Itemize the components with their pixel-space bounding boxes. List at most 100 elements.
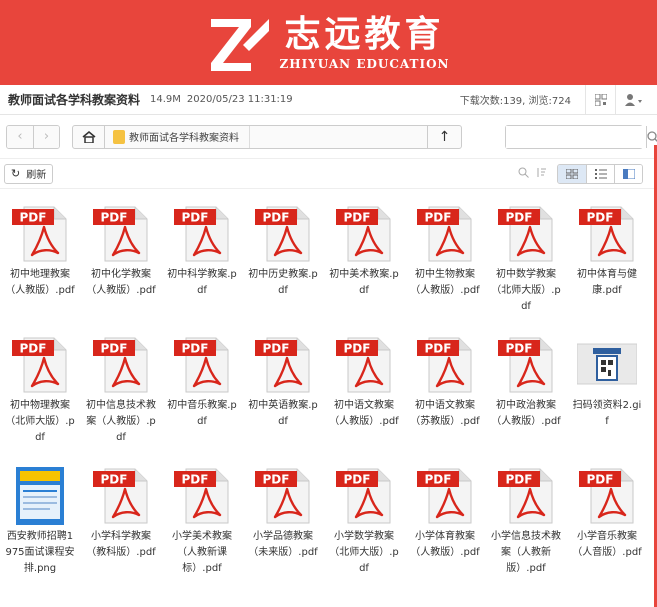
file-item[interactable]: PDF 初中生物教案（人教版）.pdf bbox=[409, 205, 481, 299]
pdf-file-icon: PDF bbox=[91, 205, 151, 263]
file-item[interactable]: PDF 初中信息技术教案（人教版）.pdf bbox=[85, 336, 157, 446]
file-name: 初中音乐教案.pdf bbox=[167, 400, 237, 427]
svg-text:PDF: PDF bbox=[425, 211, 452, 225]
breadcrumb-label: 教师面试各学科教案资料 bbox=[129, 133, 239, 144]
svg-text:PDF: PDF bbox=[182, 211, 209, 225]
file-item[interactable]: 扫码领资料2.gif bbox=[571, 336, 643, 430]
view-details-button[interactable] bbox=[614, 165, 642, 183]
pdf-file-icon: PDF bbox=[496, 205, 556, 263]
file-name: 初中语文教案（人教版）.pdf bbox=[329, 400, 399, 427]
pdf-file-icon: PDF bbox=[172, 205, 232, 263]
file-item[interactable]: PDF 初中美术教案.pdf bbox=[328, 205, 400, 299]
file-header: 教师面试各学科教案资料 14.9M 2020/05/23 11:31:19 下载… bbox=[0, 85, 657, 115]
pdf-file-icon: PDF bbox=[415, 467, 475, 525]
file-name: 初中语文教案（苏教版）.pdf bbox=[410, 400, 480, 427]
logo-mark-icon bbox=[207, 15, 270, 71]
file-item[interactable]: 西安教师招聘1975面试课程安排.png bbox=[4, 467, 76, 577]
file-name: 初中数学教案（北师大版）.pdf bbox=[491, 269, 561, 312]
svg-text:PDF: PDF bbox=[182, 342, 209, 356]
pdf-file-icon: PDF bbox=[253, 205, 313, 263]
file-item[interactable]: PDF 初中语文教案（人教版）.pdf bbox=[328, 336, 400, 430]
file-name: 初中物理教案（北师大版）.pdf bbox=[5, 400, 75, 443]
svg-text:PDF: PDF bbox=[263, 342, 290, 356]
file-name: 初中政治教案（人教版）.pdf bbox=[491, 400, 561, 427]
breadcrumb-item-folder[interactable]: 教师面试各学科教案资料 bbox=[105, 125, 250, 148]
file-name: 初中地理教案（人教版）.pdf bbox=[5, 269, 75, 296]
file-size: 14.9M bbox=[150, 94, 181, 105]
file-name: 初中生物教案（人教版）.pdf bbox=[410, 269, 480, 296]
file-item[interactable]: PDF 小学信息技术教案（人教新版）.pdf bbox=[490, 467, 562, 577]
image-thumbnail-icon bbox=[10, 467, 70, 525]
file-item[interactable]: PDF 小学音乐教案（人音版）.pdf bbox=[571, 467, 643, 561]
file-name: 小学体育教案（人教版）.pdf bbox=[410, 531, 480, 558]
pdf-file-icon: PDF bbox=[172, 336, 232, 394]
pdf-file-icon: PDF bbox=[172, 467, 232, 525]
file-item[interactable]: PDF 初中化学教案（人教版）.pdf bbox=[85, 205, 157, 299]
pdf-file-icon: PDF bbox=[415, 205, 475, 263]
download-stats: 下载次数:139, 浏览:724 bbox=[459, 96, 571, 107]
file-item[interactable]: PDF 初中数学教案（北师大版）.pdf bbox=[490, 205, 562, 315]
qrcode-button[interactable] bbox=[585, 85, 615, 115]
up-directory-button[interactable]: ↑ bbox=[427, 125, 461, 148]
file-name: 小学信息技术教案（人教新版）.pdf bbox=[491, 531, 561, 574]
pdf-file-icon: PDF bbox=[334, 467, 394, 525]
file-name: 扫码领资料2.gif bbox=[572, 400, 642, 427]
svg-text:PDF: PDF bbox=[101, 473, 128, 487]
file-item[interactable]: PDF 初中体育与健康.pdf bbox=[571, 205, 643, 299]
svg-text:PDF: PDF bbox=[20, 342, 47, 356]
pdf-file-icon: PDF bbox=[253, 336, 313, 394]
brand-name-cn: 志远教育 bbox=[284, 13, 445, 55]
svg-text:PDF: PDF bbox=[101, 342, 128, 356]
pdf-file-icon: PDF bbox=[334, 205, 394, 263]
zoom-icon[interactable] bbox=[518, 167, 529, 181]
brand-banner: 志远教育 ZHIYUAN EDUCATION bbox=[0, 0, 657, 85]
file-item[interactable]: PDF 初中物理教案（北师大版）.pdf bbox=[4, 336, 76, 446]
file-name: 初中历史教案.pdf bbox=[248, 269, 318, 296]
refresh-button[interactable]: ↻ 刷新 bbox=[4, 163, 54, 184]
file-item[interactable]: PDF 初中政治教案（人教版）.pdf bbox=[490, 336, 562, 430]
svg-text:PDF: PDF bbox=[263, 211, 290, 225]
search-input[interactable] bbox=[506, 125, 646, 148]
page-title: 教师面试各学科教案资料 bbox=[8, 93, 141, 107]
file-item[interactable]: PDF 初中语文教案（苏教版）.pdf bbox=[409, 336, 481, 430]
file-name: 初中科学教案.pdf bbox=[167, 269, 237, 296]
back-button[interactable]: ‹ bbox=[7, 125, 33, 148]
pdf-file-icon: PDF bbox=[415, 336, 475, 394]
file-item[interactable]: PDF 小学美术教案（人教新课标）.pdf bbox=[166, 467, 238, 577]
file-item[interactable]: PDF 小学体育教案（人教版）.pdf bbox=[409, 467, 481, 561]
list-view-icon bbox=[594, 169, 607, 179]
arrow-up-icon: ↑ bbox=[438, 128, 451, 145]
pdf-file-icon: PDF bbox=[496, 467, 556, 525]
file-name: 小学品德教案（未来版）.pdf bbox=[248, 531, 318, 558]
file-name: 初中信息技术教案（人教版）.pdf bbox=[86, 400, 156, 443]
file-item[interactable]: PDF 小学科学教案（教科版）.pdf bbox=[85, 467, 157, 561]
svg-text:PDF: PDF bbox=[425, 473, 452, 487]
file-item[interactable]: PDF 小学数学教案（北师大版）.pdf bbox=[328, 467, 400, 577]
forward-button[interactable]: › bbox=[33, 125, 59, 148]
pdf-file-icon: PDF bbox=[496, 336, 556, 394]
brand-logo: 志远教育 ZHIYUAN EDUCATION bbox=[207, 13, 449, 71]
file-item[interactable]: PDF 小学品德教案（未来版）.pdf bbox=[247, 467, 319, 561]
file-item[interactable]: PDF 初中英语教案.pdf bbox=[247, 336, 319, 430]
chevron-left-icon: ‹ bbox=[17, 129, 23, 144]
file-item[interactable]: PDF 初中历史教案.pdf bbox=[247, 205, 319, 299]
qrcode-image-icon bbox=[576, 336, 638, 394]
file-item[interactable]: PDF 初中音乐教案.pdf bbox=[166, 336, 238, 430]
pdf-file-icon: PDF bbox=[334, 336, 394, 394]
sort-icon[interactable] bbox=[536, 167, 547, 181]
home-button[interactable] bbox=[73, 125, 105, 148]
view-list-button[interactable] bbox=[586, 165, 614, 183]
view-mode-group bbox=[557, 164, 643, 184]
file-name: 小学科学教案（教科版）.pdf bbox=[86, 531, 156, 558]
toolbar: ↻ 刷新 bbox=[0, 159, 657, 189]
file-item[interactable]: PDF 初中地理教案（人教版）.pdf bbox=[4, 205, 76, 299]
svg-text:PDF: PDF bbox=[101, 211, 128, 225]
file-item[interactable]: PDF 初中科学教案.pdf bbox=[166, 205, 238, 299]
svg-text:PDF: PDF bbox=[344, 342, 371, 356]
file-name: 初中化学教案（人教版）.pdf bbox=[86, 269, 156, 296]
file-name: 小学美术教案（人教新课标）.pdf bbox=[172, 531, 232, 574]
breadcrumb: 教师面试各学科教案资料 ↑ bbox=[72, 124, 462, 149]
view-large-icons-button[interactable] bbox=[558, 165, 586, 183]
user-menu-button[interactable] bbox=[615, 85, 651, 115]
home-icon bbox=[82, 130, 95, 143]
